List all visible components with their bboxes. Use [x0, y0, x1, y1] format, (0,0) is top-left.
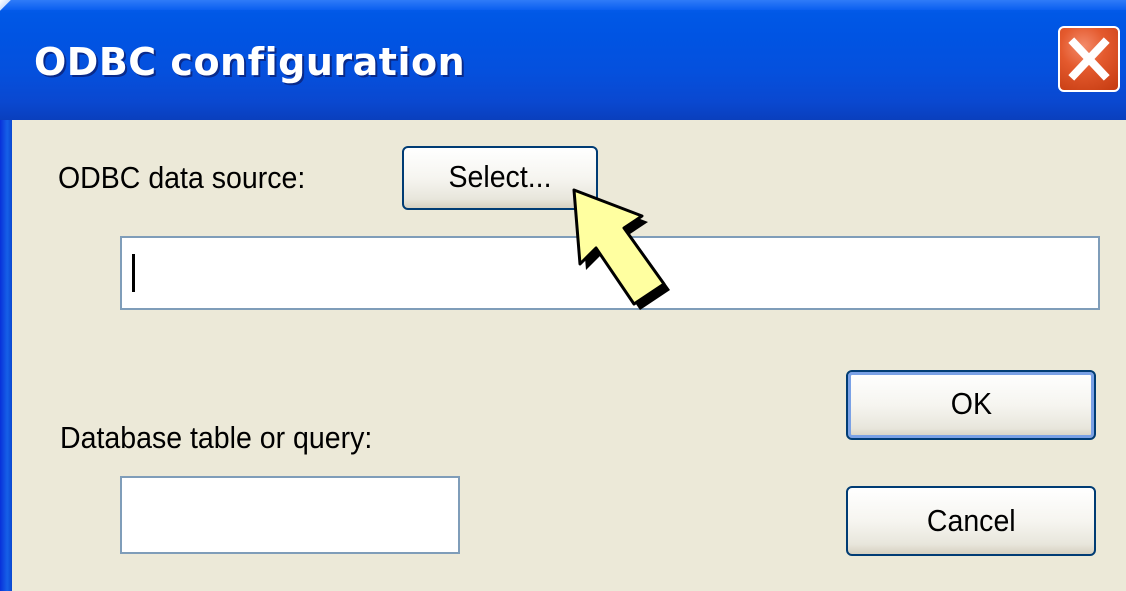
- cancel-button[interactable]: Cancel: [846, 486, 1096, 556]
- text-caret: [132, 254, 135, 292]
- select-button-label: Select...: [448, 159, 552, 194]
- cancel-button-label: Cancel: [926, 503, 1016, 538]
- database-table-field[interactable]: [120, 476, 460, 554]
- title-bar-highlight: [0, 0, 1126, 10]
- odbc-data-source-label: ODBC data source:: [58, 160, 306, 195]
- close-button[interactable]: [1058, 26, 1120, 92]
- ok-button[interactable]: OK: [846, 370, 1096, 440]
- odbc-configuration-dialog: ODBC configuration ODBC data source: Sel…: [0, 0, 1126, 591]
- close-icon: [1068, 37, 1110, 81]
- window-left-border: [0, 120, 12, 591]
- title-bar[interactable]: ODBC configuration: [0, 0, 1126, 120]
- ok-button-label: OK: [950, 386, 992, 421]
- highlight-arrow-icon: [572, 188, 670, 310]
- database-table-label: Database table or query:: [60, 420, 373, 455]
- window-corner: [0, 0, 12, 12]
- window-title: ODBC configuration: [34, 40, 466, 84]
